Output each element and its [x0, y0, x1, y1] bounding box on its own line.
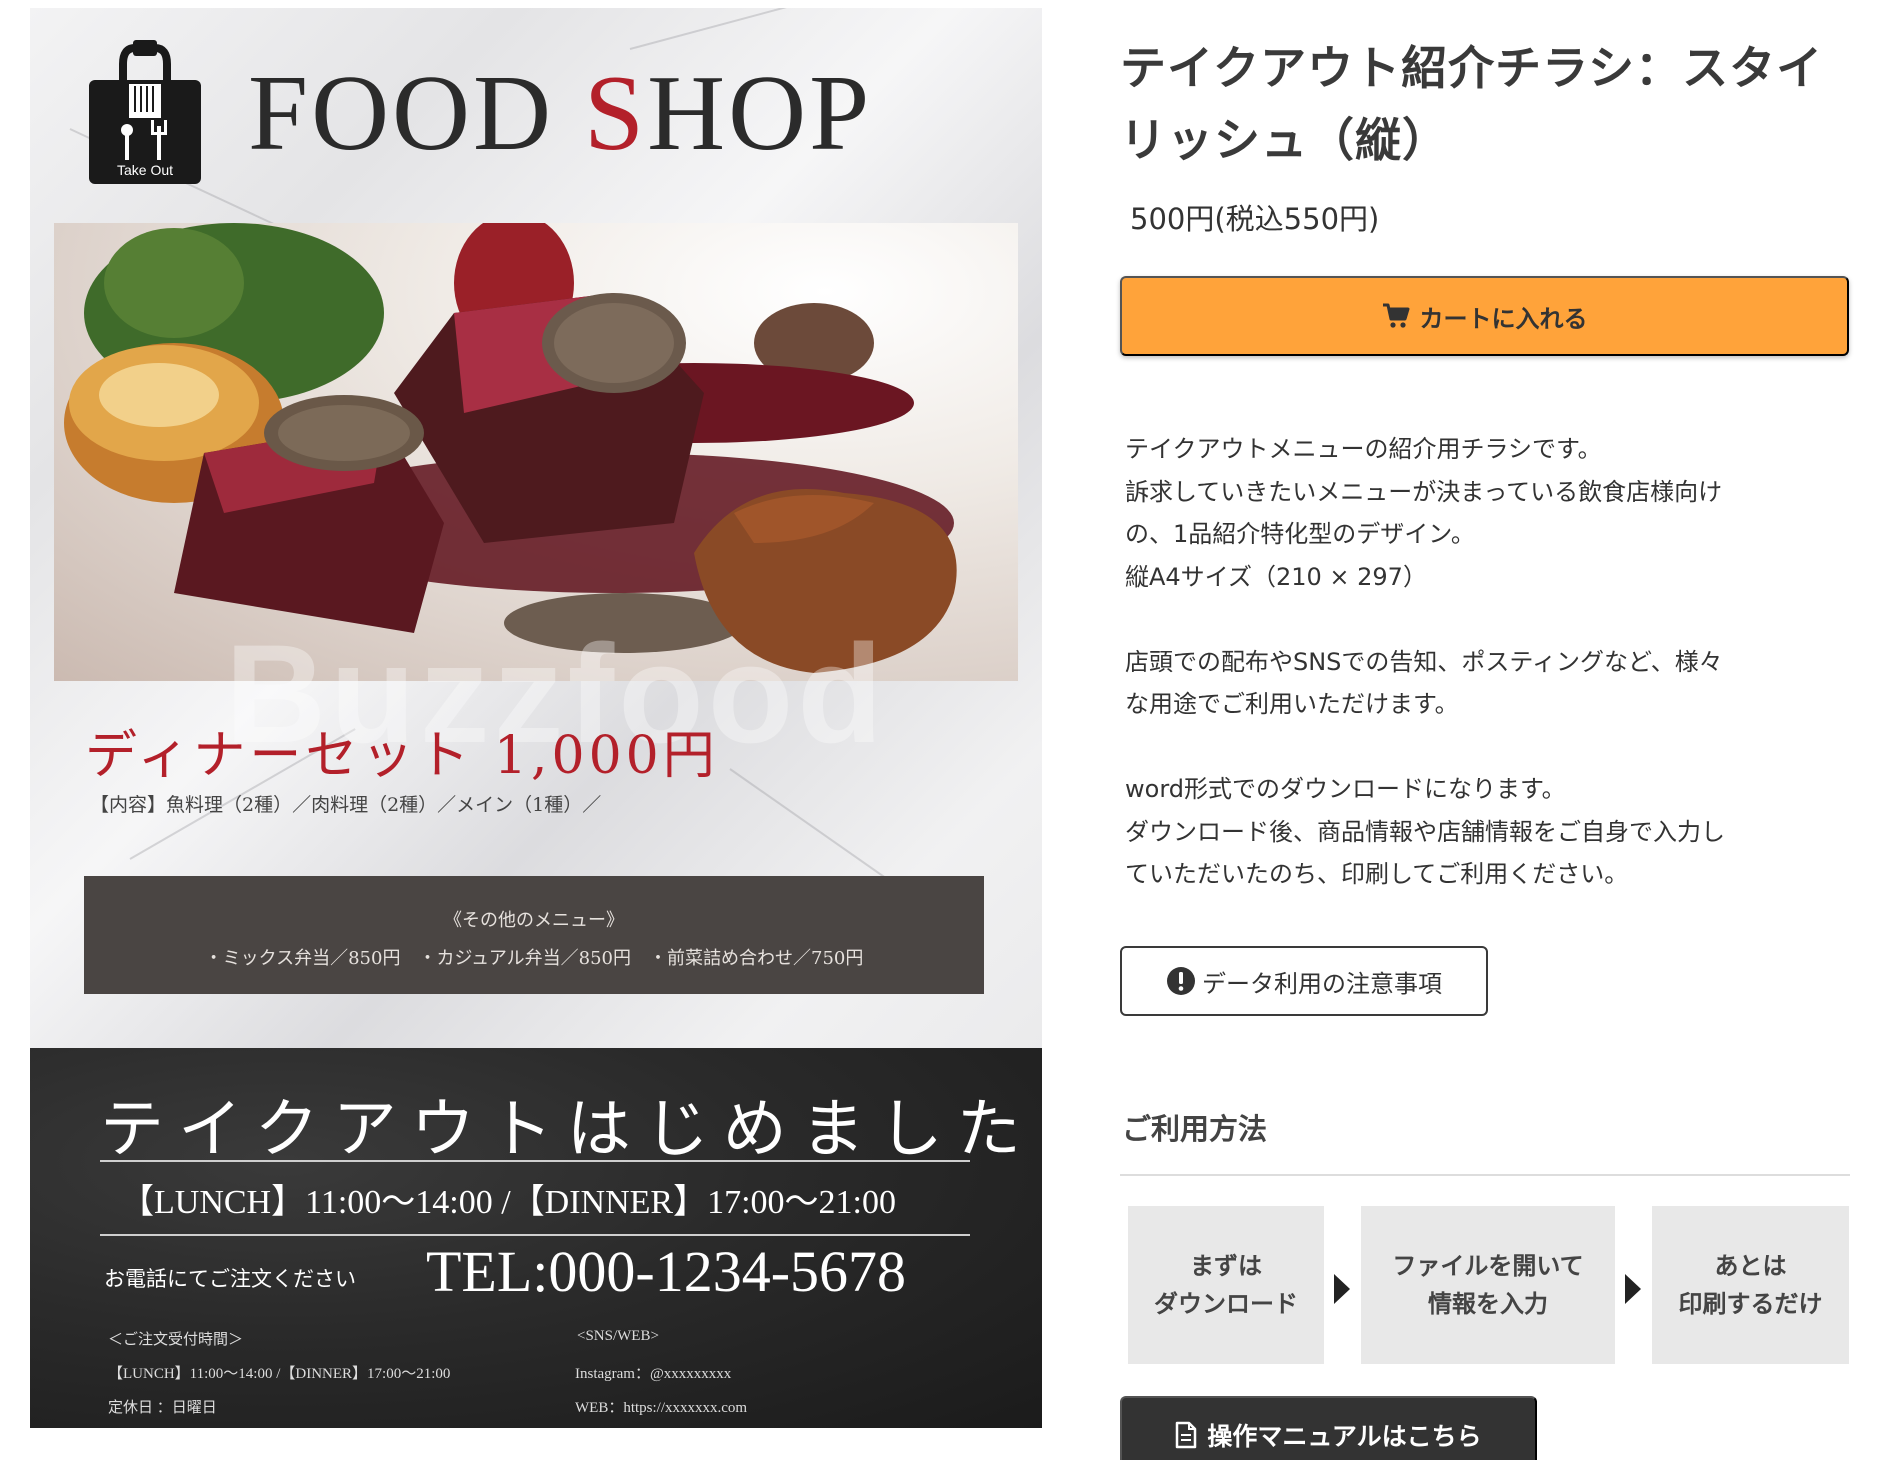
cart-icon [1382, 303, 1409, 328]
description-line: の、1品紹介特化型のデザイン。 [1125, 520, 1475, 548]
logo-text: Take Out [116, 162, 174, 178]
step-arrow-icon [1334, 1274, 1350, 1304]
brand-part: HOP [647, 54, 873, 173]
closed-day: 定休日 ：日曜日 [108, 1400, 217, 1416]
sns-title: <SNS/WEB> [577, 1328, 659, 1344]
product-title: テイクアウト紹介チラシ：スタイ リッシュ（縦） [1120, 32, 1860, 176]
description-line: な用途でご利用いただけます。 [1125, 690, 1459, 718]
data-usage-notice-button[interactable]: データ利用の注意事項 [1120, 946, 1488, 1016]
product-description: テイクアウトメニューの紹介用チラシです。 訴求していきたいメニューが決まっている… [1125, 428, 1865, 896]
add-to-cart-label: カートに入れる [1419, 305, 1588, 333]
flyer-preview-image: Take Out FOOD SHOP Buzzfood ディナーセット 1,00… [30, 8, 1042, 1428]
manual-button[interactable]: 操作マニュアルはこちら [1120, 1396, 1537, 1460]
add-to-cart-button[interactable]: カートに入れる [1120, 276, 1849, 356]
step-arrow-icon [1625, 1274, 1641, 1304]
order-hours: 【LUNCH】11:00〜14:00 /【DINNER】17:00〜21:00 [108, 1366, 451, 1382]
usage-divider [1120, 1174, 1850, 1176]
dinner-set-price: ディナーセット 1,000円 [85, 726, 719, 786]
usage-step-edit: ファイルを開いて 情報を入力 [1361, 1206, 1615, 1364]
divider [100, 1234, 970, 1236]
description-line: 縦A4サイズ（210 × 297） [1125, 562, 1427, 591]
takeout-heading: テイクアウトはじめました [100, 1093, 1035, 1167]
description-line: word形式でのダウンロードになります。 [1125, 775, 1566, 803]
other-menu-title: 《その他のメニュー》 [444, 910, 624, 931]
step-text: あとは [1714, 1252, 1787, 1280]
step-text: まずは [1190, 1252, 1262, 1280]
description-line: ダウンロード後、商品情報や店舗情報をご自身で入力し [1125, 817, 1725, 846]
usage-step-download: まずは ダウンロード [1128, 1206, 1324, 1364]
manual-label: 操作マニュアルはこちら [1207, 1423, 1482, 1451]
usage-heading: ご利用方法 [1122, 1112, 1268, 1146]
other-menu-box: 《その他のメニュー》 ・ミックス弁当／850円 ・カジュアル弁当／850円 ・前… [84, 876, 984, 994]
notice-label: データ利用の注意事項 [1202, 970, 1442, 998]
takeout-info-panel: テイクアウトはじめました 【LUNCH】11:00〜14:00 /【DINNER… [30, 1048, 1042, 1428]
marble-vein [629, 8, 998, 50]
step-text: ダウンロード [1154, 1290, 1298, 1318]
other-menu-items: ・ミックス弁当／850円 ・カジュアル弁当／850円 ・前菜詰め合わせ／750円 [204, 948, 864, 969]
step-text: 印刷するだけ [1678, 1290, 1823, 1318]
web-url: WEB：https://xxxxxxx.com [575, 1400, 748, 1416]
product-title-line: リッシュ（縦） [1120, 113, 1449, 167]
product-title-line: テイクアウト紹介チラシ：スタイ [1120, 41, 1824, 95]
dinner-contents: 【内容】魚料理（2種）／肉料理（2種）／メイン（1種）／ [90, 794, 602, 816]
brand-part: FOOD [248, 54, 585, 173]
step-text: 情報を入力 [1428, 1290, 1548, 1318]
description-line: 訴求していきたいメニューが決まっている飲食店様向け [1125, 477, 1723, 506]
shop-brand-name: FOOD SHOP [248, 60, 872, 168]
step-text: ファイルを開いて [1392, 1252, 1584, 1280]
business-hours: 【LUNCH】11:00〜14:00 /【DINNER】17:00〜21:00 [120, 1184, 897, 1221]
description-line: テイクアウトメニューの紹介用チラシです。 [1125, 435, 1602, 463]
description-line: ていただいたのち、印刷してご利用ください。 [1125, 860, 1629, 888]
instagram-handle: Instagram：@xxxxxxxxx [575, 1366, 732, 1382]
brand-accent-letter: S [584, 54, 648, 173]
document-icon [1176, 1421, 1197, 1449]
phone-number: TEL:000-1234-5678 [426, 1239, 907, 1304]
divider [100, 1160, 970, 1162]
phone-order-label: お電話にてご注文ください [104, 1267, 356, 1291]
usage-step-print: あとは 印刷するだけ [1652, 1206, 1849, 1364]
order-hours-title: ＜ご注文受付時間＞ [108, 1332, 244, 1348]
description-line: 店頭での配布やSNSでの告知、ポスティングなど、様々 [1125, 647, 1723, 676]
exclamation-circle-icon [1167, 967, 1195, 995]
product-price: 500円(税込550円) [1130, 202, 1380, 236]
